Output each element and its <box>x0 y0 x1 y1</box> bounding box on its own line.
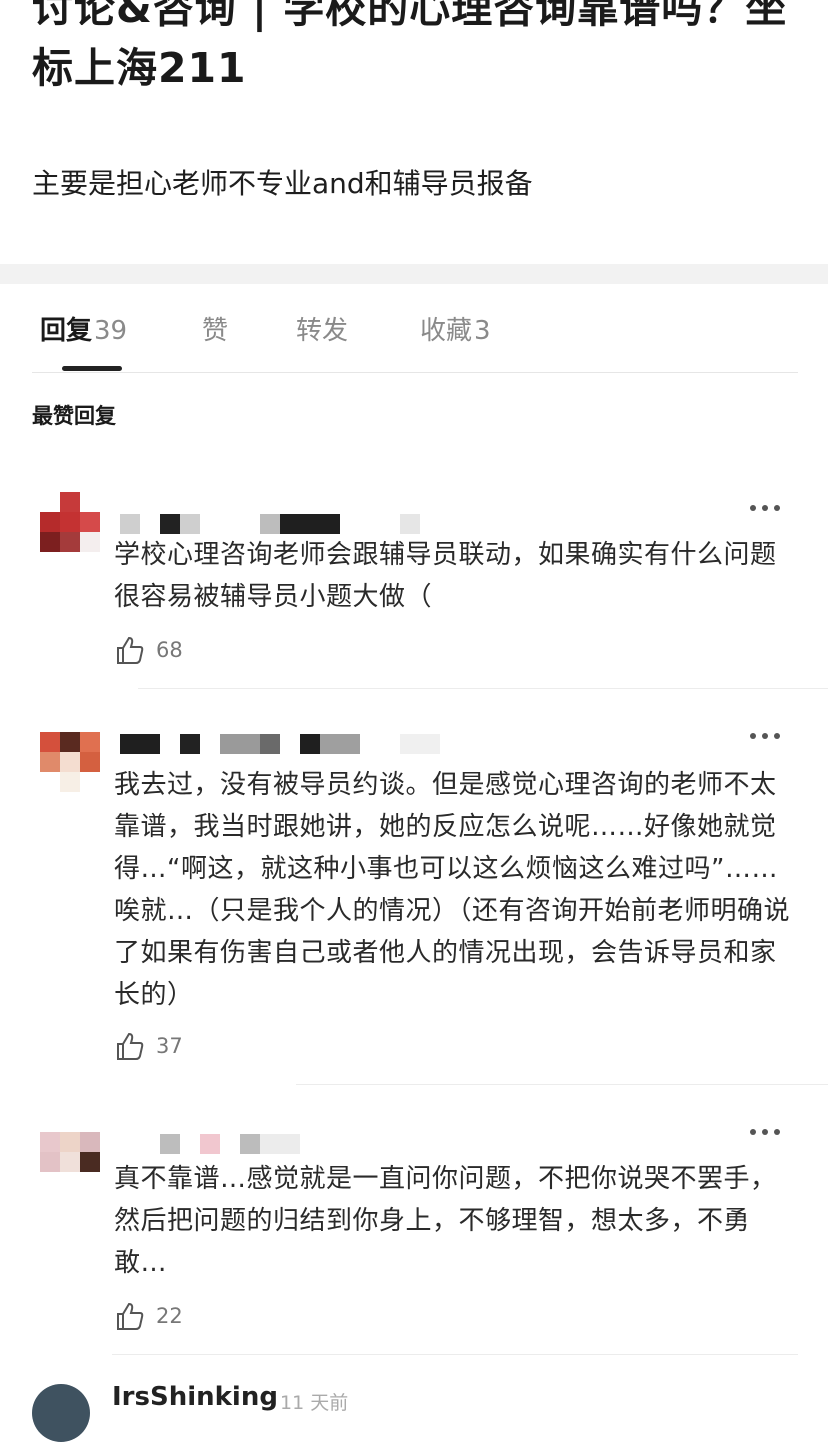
active-tab-indicator <box>62 366 122 371</box>
like-count: 68 <box>156 638 183 662</box>
tab-favorites-count: 3 <box>474 316 491 346</box>
tab-favorites[interactable]: 收藏3 <box>420 310 491 347</box>
section-gap <box>0 264 828 284</box>
like-button[interactable]: 37 <box>114 1030 234 1064</box>
tab-replies-count: 39 <box>94 316 128 346</box>
post-description: 主要是担心老师不专业and和辅导员报备 <box>32 167 533 200</box>
thumb-up-icon <box>117 636 144 664</box>
tab-bar: 回复39 赞 转发 收藏3 <box>0 284 828 372</box>
tab-likes[interactable]: 赞 <box>202 310 228 347</box>
thumb-up-icon <box>117 1302 144 1330</box>
more-dots-icon[interactable] <box>750 728 784 742</box>
comment-text: 真不靠谱…感觉就是一直问你问题，不把你说哭不罢手，然后把问题的归结到你身上，不够… <box>114 1164 777 1278</box>
post-title: 讨论&咨询 | 学校的心理咨询靠谱吗？坐标上海211 <box>32 0 788 92</box>
tab-replies-label: 回复 <box>40 316 93 346</box>
avatar[interactable] <box>40 492 100 552</box>
avatar[interactable] <box>40 1132 100 1172</box>
username-blurred[interactable] <box>118 734 448 756</box>
like-count: 22 <box>156 1304 183 1328</box>
like-count: 37 <box>156 1034 183 1058</box>
comment-item-partial: IrsShinking 11 天前 <box>0 1370 828 1442</box>
username[interactable]: IrsShinking <box>112 1382 278 1412</box>
more-dots-icon[interactable] <box>750 500 784 514</box>
comment-text: 学校心理咨询老师会跟辅导员联动，如果确实有什么问题很容易被辅导员小题大做（ <box>114 540 777 612</box>
comment-divider <box>138 688 828 689</box>
username-blurred[interactable] <box>118 514 428 536</box>
comment-divider <box>296 1084 828 1085</box>
comment-text: 我去过，没有被导员约谈。但是感觉心理咨询的老师不太靠谱，我当时跟她讲，她的反应怎… <box>114 770 791 1010</box>
more-dots-icon[interactable] <box>750 1124 784 1138</box>
avatar[interactable] <box>32 1384 90 1442</box>
tab-replies[interactable]: 回复39 <box>40 310 127 347</box>
avatar[interactable] <box>40 732 100 792</box>
username-blurred[interactable] <box>118 1134 318 1156</box>
like-button[interactable]: 22 <box>114 1300 234 1334</box>
tab-likes-label: 赞 <box>202 316 229 346</box>
tab-reposts[interactable]: 转发 <box>296 310 348 347</box>
comment-time: 11 天前 <box>280 1392 349 1414</box>
like-button[interactable]: 68 <box>114 634 234 668</box>
tabs-divider <box>32 372 798 373</box>
tab-favorites-label: 收藏 <box>420 316 473 346</box>
comment-divider <box>112 1354 798 1355</box>
tab-reposts-label: 转发 <box>296 316 349 346</box>
section-label-top-replies: 最赞回复 <box>32 404 116 428</box>
thumb-up-icon <box>117 1032 144 1060</box>
